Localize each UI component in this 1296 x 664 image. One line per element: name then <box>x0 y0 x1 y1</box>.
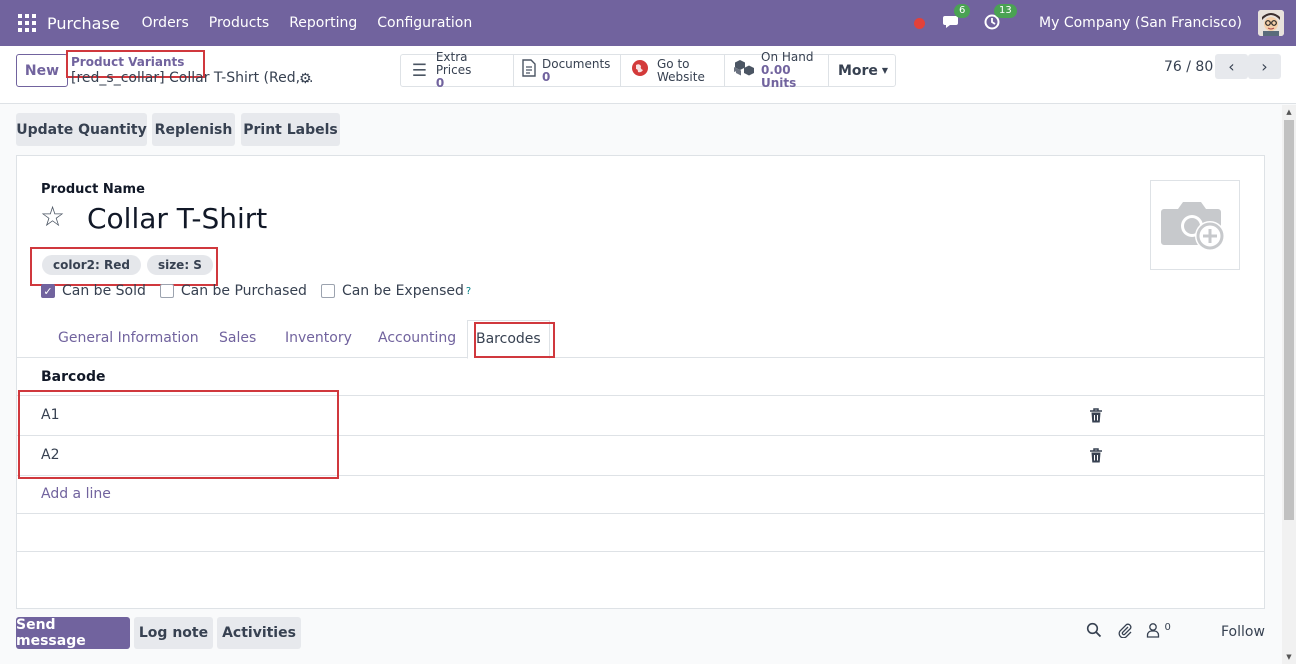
send-message-button[interactable]: Send message <box>16 617 130 649</box>
can-be-expensed-checkbox[interactable]: Can be Expensed ? <box>320 283 471 299</box>
pager-value[interactable]: 76 / 80 <box>1164 59 1213 75</box>
trash-icon[interactable] <box>1089 448 1103 464</box>
top-navbar: Purchase Orders Products Reporting Confi… <box>0 0 1296 46</box>
camera-plus-icon <box>1161 202 1225 251</box>
attribute-tags: color2: Red size: S <box>42 255 219 275</box>
globe-icon <box>629 59 651 82</box>
scrollbar-thumb[interactable] <box>1284 120 1294 520</box>
followers-count: 0 <box>1164 622 1171 633</box>
cubes-icon <box>733 59 755 82</box>
go-to-website-button[interactable]: Go to Website <box>621 55 725 86</box>
chevron-right-icon: › <box>1261 57 1268 76</box>
on-hand-button[interactable]: On Hand 0.00 Units <box>725 51 829 90</box>
attribute-tag: size: S <box>146 255 213 275</box>
followers-button[interactable]: 0 <box>1146 622 1171 642</box>
can-be-sold-checkbox[interactable]: ✓ Can be Sold <box>41 283 146 299</box>
pager-next-button[interactable]: › <box>1248 54 1281 79</box>
messages-badge: 6 <box>954 4 971 18</box>
menu-orders[interactable]: Orders <box>142 15 189 31</box>
scroll-down-icon[interactable]: ▼ <box>1284 652 1294 662</box>
user-avatar[interactable] <box>1258 10 1284 36</box>
tab-inventory[interactable]: Inventory <box>285 330 352 346</box>
tab-sales[interactable]: Sales <box>219 330 256 346</box>
record-title: [red_s_collar] Collar T-Shirt (Red,... <box>71 70 314 86</box>
product-image-upload[interactable] <box>1150 180 1240 270</box>
more-button[interactable]: More ▼ <box>829 55 895 86</box>
attribute-tag: color2: Red <box>42 255 141 275</box>
new-button[interactable]: New <box>16 54 68 87</box>
log-note-button[interactable]: Log note <box>134 617 213 649</box>
notebook-tabs: General Information Sales Inventory Acco… <box>17 320 1264 359</box>
scroll-up-icon[interactable]: ▲ <box>1284 107 1294 117</box>
document-icon <box>522 59 536 82</box>
tab-accounting[interactable]: Accounting <box>378 330 456 346</box>
chevron-left-icon: ‹ <box>1228 57 1235 76</box>
table-row-empty <box>17 514 1264 552</box>
replenish-button[interactable]: Replenish <box>152 113 235 146</box>
product-name-label: Product Name <box>41 182 145 197</box>
company-switcher[interactable]: My Company (San Francisco) <box>1039 15 1242 31</box>
can-be-purchased-checkbox[interactable]: Can be Purchased <box>159 283 307 299</box>
caret-down-icon: ▼ <box>881 66 889 75</box>
activities-badge: 13 <box>994 4 1017 18</box>
menu-configuration[interactable]: Configuration <box>377 15 472 31</box>
menu-products[interactable]: Products <box>209 15 269 31</box>
table-row[interactable]: A2 <box>17 436 1264 476</box>
barcode-value[interactable]: A1 <box>41 407 59 423</box>
gear-icon[interactable]: ⚙ <box>299 71 312 87</box>
apps-menu-icon[interactable] <box>18 14 36 32</box>
search-icon[interactable] <box>1086 622 1102 642</box>
form-sheet: Product Name ☆ Collar T-Shirt color2: Re… <box>16 155 1265 609</box>
barcode-column-header: Barcode <box>17 358 1264 396</box>
control-panel: New Product Variants [red_s_collar] Coll… <box>0 46 1296 104</box>
pager-previous-button[interactable]: ‹ <box>1215 54 1248 79</box>
breadcrumb-product-variants[interactable]: Product Variants <box>71 55 184 69</box>
follow-button[interactable]: Follow <box>1221 624 1265 640</box>
favorite-star-icon[interactable]: ☆ <box>40 200 65 233</box>
product-name-field[interactable]: Collar T-Shirt <box>87 202 267 235</box>
table-row-empty <box>17 476 1264 514</box>
barcode-value[interactable]: A2 <box>41 447 59 463</box>
help-icon[interactable]: ? <box>466 286 471 297</box>
checkmark-icon: ✓ <box>41 284 55 298</box>
print-labels-button[interactable]: Print Labels <box>241 113 340 146</box>
messages-button[interactable]: 6 <box>943 4 971 33</box>
trash-icon[interactable] <box>1089 408 1103 424</box>
documents-button[interactable]: Documents 0 <box>514 55 621 86</box>
activities-button[interactable]: 13 <box>983 4 1017 33</box>
paperclip-icon[interactable] <box>1117 622 1133 642</box>
page-scrollbar[interactable]: ▲ ▼ <box>1282 105 1296 664</box>
table-row[interactable]: A1 <box>17 396 1264 436</box>
tab-general-information[interactable]: General Information <box>58 330 199 346</box>
menu-reporting[interactable]: Reporting <box>289 15 357 31</box>
recording-indicator-icon[interactable] <box>914 17 926 29</box>
product-flags: ✓ Can be Sold Can be Purchased Can be Ex… <box>41 283 485 299</box>
user-icon <box>1146 623 1160 638</box>
activities-button[interactable]: Activities <box>217 617 301 649</box>
tab-barcodes[interactable]: Barcodes <box>467 320 550 359</box>
smart-buttons: ☰ Extra Prices 0 Documents 0 Go to Websi… <box>400 51 896 90</box>
list-icon: ☰ <box>411 60 428 81</box>
extra-prices-button[interactable]: ☰ Extra Prices 0 <box>401 51 514 90</box>
update-quantity-button[interactable]: Update Quantity <box>16 113 147 146</box>
app-name[interactable]: Purchase <box>47 14 120 33</box>
